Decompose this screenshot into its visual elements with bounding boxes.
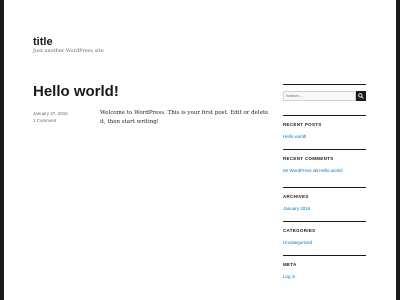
widget-title-archives: ARCHIVES [283, 194, 309, 199]
divider [283, 115, 366, 116]
widget-title-recent-comments: RECENT COMMENTS [283, 156, 334, 161]
divider [283, 84, 366, 85]
divider [283, 149, 366, 150]
archive-link[interactable]: January 2016 [283, 206, 366, 211]
sidebar: Search … RECENT POSTS Hello world! RECEN… [283, 84, 366, 279]
recent-post-link[interactable]: Hello world! [283, 134, 366, 139]
meta-login-link[interactable]: Log in [283, 274, 366, 279]
post-content: Welcome to WordPress. This is your first… [100, 110, 269, 125]
comment-on-text: on [312, 168, 318, 173]
divider [283, 221, 366, 222]
divider [283, 255, 366, 256]
post-meta: January 27, 2016 1 Comment [33, 110, 68, 124]
search-button[interactable] [356, 91, 366, 101]
widget-title-meta: META [283, 262, 297, 267]
search-form: Search … [283, 91, 366, 101]
recent-comment: Mr WordPress on Hello world! [283, 168, 366, 173]
comment-author-link[interactable]: Mr WordPress [283, 168, 312, 173]
widget-title-categories: CATEGORIES [283, 228, 316, 233]
site-title[interactable]: title [33, 36, 53, 48]
category-link[interactable]: Uncategorized [283, 240, 366, 245]
divider [283, 187, 366, 188]
post-title[interactable]: Hello world! [33, 83, 119, 100]
widget-title-recent-posts: RECENT POSTS [283, 122, 322, 127]
site-description: Just another WordPress site [33, 48, 104, 54]
post-comments-link[interactable]: 1 Comment [33, 117, 68, 124]
post-date[interactable]: January 27, 2016 [33, 110, 68, 117]
search-input[interactable]: Search … [283, 91, 356, 101]
search-icon [358, 93, 364, 99]
comment-post-link[interactable]: Hello world! [319, 168, 343, 173]
